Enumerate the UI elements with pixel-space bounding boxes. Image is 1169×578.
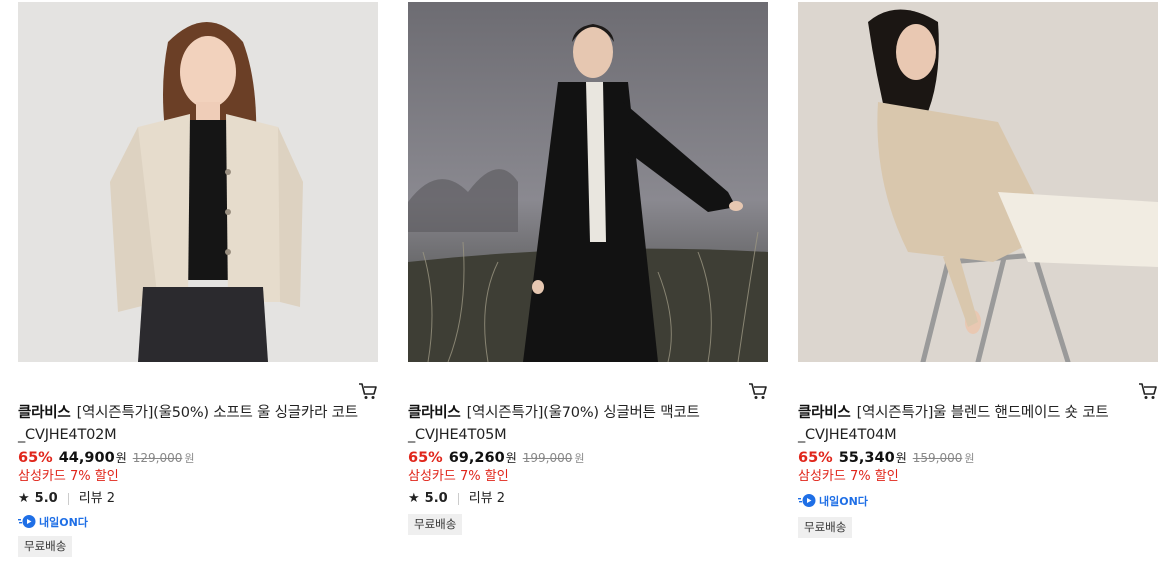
product-title[interactable]: 클라비스 [역시즌특가](울70%) 싱글버튼 맥코트_CVJHE4T05M bbox=[408, 402, 768, 446]
divider bbox=[457, 493, 459, 505]
product-title[interactable]: 클라비스 [역시즌특가]울 블렌드 핸드메이드 숏 코트_CVJHE4T04M bbox=[798, 402, 1158, 446]
original-price-unit: 원 bbox=[574, 452, 585, 465]
product-image[interactable] bbox=[798, 2, 1158, 362]
discount-rate: 65% bbox=[18, 450, 53, 466]
svg-text:내일ON다: 내일ON다 bbox=[39, 515, 89, 529]
discount-rate: 65% bbox=[408, 450, 443, 466]
product-image[interactable] bbox=[18, 2, 378, 362]
rating-score: 5.0 bbox=[34, 491, 58, 506]
product-image[interactable] bbox=[408, 2, 768, 362]
original-price-unit: 원 bbox=[184, 452, 195, 465]
product-card[interactable]: 클라비스 [역시즌특가](울50%) 소프트 울 싱글카라 코트_CVJHE4T0… bbox=[18, 2, 378, 557]
cart-row bbox=[798, 362, 1158, 402]
svg-text:내일ON다: 내일ON다 bbox=[819, 494, 869, 508]
delivery-badge: 내일ON다 bbox=[18, 511, 378, 533]
product-card[interactable]: 클라비스 [역시즌특가]울 블렌드 핸드메이드 숏 코트_CVJHE4T04M 6… bbox=[798, 2, 1158, 538]
card-discount-text: 삼성카드 7% 할인 bbox=[408, 469, 509, 484]
star-icon: ★ bbox=[18, 491, 30, 506]
price-unit: 원 bbox=[505, 451, 517, 465]
original-price: 159,000 bbox=[912, 451, 963, 465]
price-row: 65% 44,900원 129,000 원 bbox=[18, 447, 378, 467]
cart-icon[interactable] bbox=[358, 382, 378, 400]
original-price: 129,000 bbox=[132, 451, 183, 465]
cart-icon[interactable] bbox=[1138, 382, 1158, 400]
review-count: 리뷰 2 bbox=[468, 491, 506, 506]
price-row: 65% 69,260원 199,000 원 bbox=[408, 447, 768, 467]
review-row[interactable]: ★ 5.0 리뷰 2 bbox=[408, 487, 768, 511]
original-price: 199,000 bbox=[522, 451, 573, 465]
brand-name[interactable]: 클라비스 bbox=[18, 405, 71, 421]
original-price-unit: 원 bbox=[964, 452, 975, 465]
delivery-badge: 내일ON다 bbox=[798, 490, 1158, 512]
review-row[interactable]: ★ 5.0 리뷰 2 bbox=[18, 487, 378, 511]
price-unit: 원 bbox=[115, 451, 127, 465]
brand-name[interactable]: 클라비스 bbox=[798, 405, 851, 421]
product-title[interactable]: 클라비스 [역시즌특가](울50%) 소프트 울 싱글카라 코트_CVJHE4T0… bbox=[18, 402, 378, 446]
divider bbox=[67, 493, 69, 505]
truck-icon: 내일ON다 bbox=[798, 494, 869, 508]
sale-price: 69,260 bbox=[448, 450, 505, 466]
cart-row bbox=[18, 362, 378, 402]
free-shipping-badge: 무료배송 bbox=[18, 536, 73, 557]
sale-price: 55,340 bbox=[838, 450, 895, 466]
cart-row bbox=[408, 362, 768, 402]
free-shipping-badge: 무료배송 bbox=[408, 514, 463, 535]
star-icon: ★ bbox=[408, 491, 420, 506]
brand-name[interactable]: 클라비스 bbox=[408, 405, 461, 421]
sale-price: 44,900 bbox=[58, 450, 115, 466]
price-row: 65% 55,340원 159,000 원 bbox=[798, 447, 1158, 467]
card-discount-text: 삼성카드 7% 할인 bbox=[18, 469, 119, 484]
card-discount-text: 삼성카드 7% 할인 bbox=[798, 469, 899, 484]
review-count: 리뷰 2 bbox=[78, 491, 116, 506]
truck-icon: 내일ON다 bbox=[18, 515, 89, 529]
price-unit: 원 bbox=[895, 451, 907, 465]
discount-rate: 65% bbox=[798, 450, 833, 466]
product-grid: 클라비스 [역시즌특가](울50%) 소프트 울 싱글카라 코트_CVJHE4T0… bbox=[0, 0, 1169, 578]
free-shipping-badge: 무료배송 bbox=[798, 517, 853, 538]
rating-score: 5.0 bbox=[424, 491, 448, 506]
cart-icon[interactable] bbox=[748, 382, 768, 400]
product-card[interactable]: 클라비스 [역시즌특가](울70%) 싱글버튼 맥코트_CVJHE4T05M 65… bbox=[408, 2, 768, 535]
